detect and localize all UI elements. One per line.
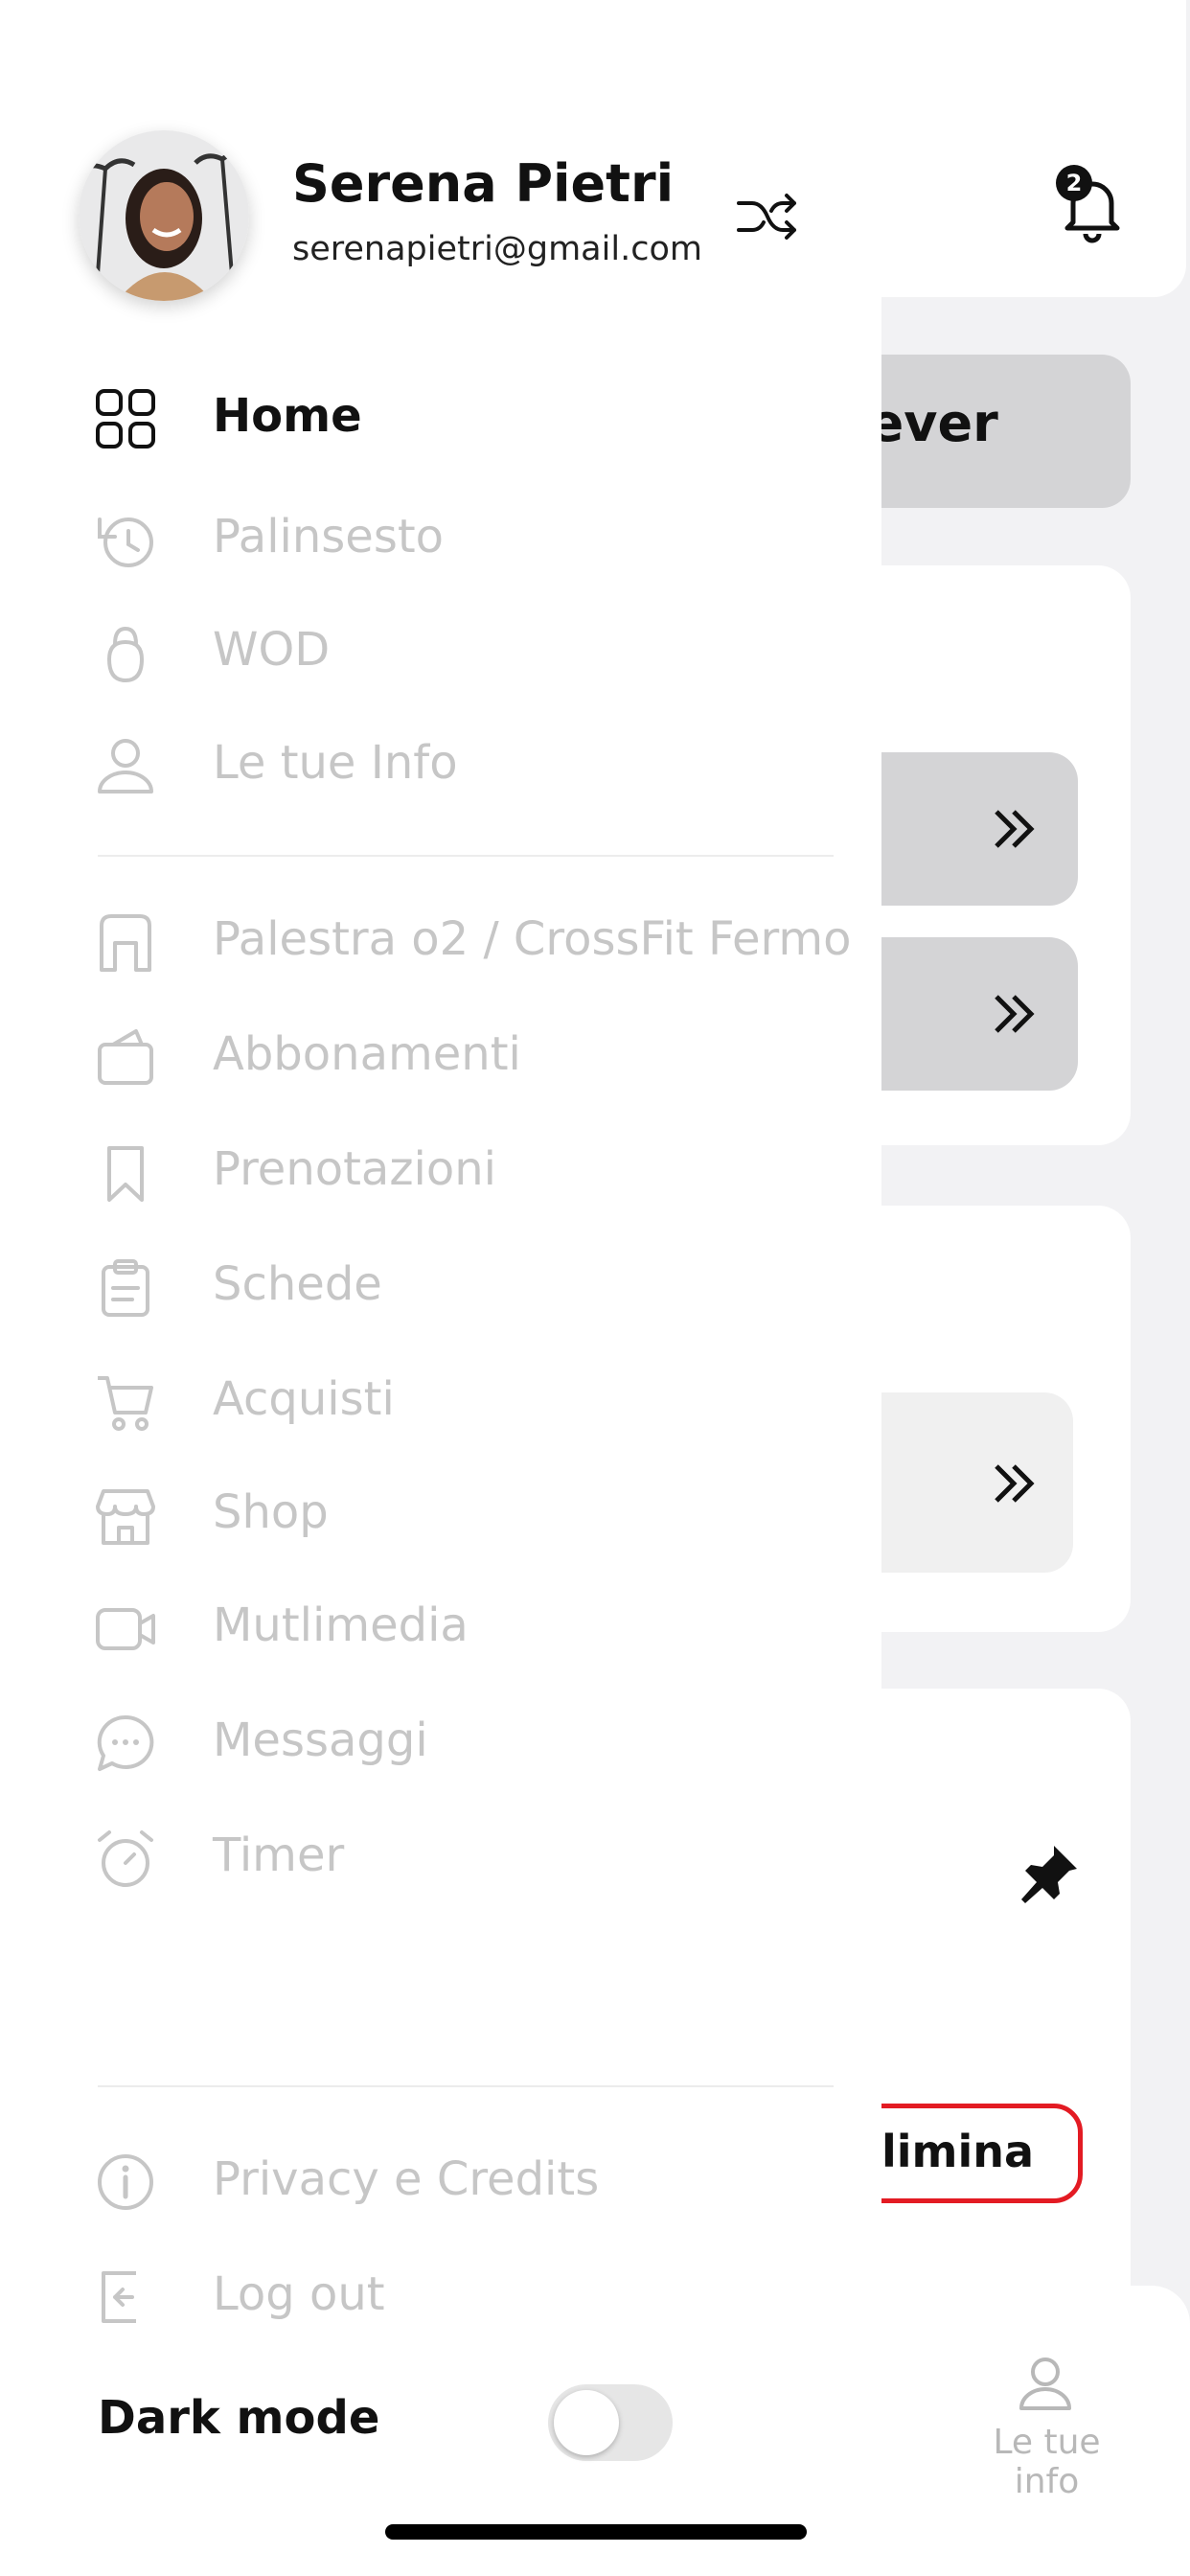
shop-icon <box>96 1489 155 1545</box>
menu-label: Le tue Info <box>213 736 458 790</box>
chat-icon <box>97 1714 154 1771</box>
menu-item-logout[interactable]: Log out <box>0 2246 881 2342</box>
menu-label: Timer <box>213 1828 345 1882</box>
menu-label: Home <box>213 389 362 443</box>
menu-label: Schede <box>213 1257 382 1311</box>
menu-item-wod[interactable]: WOD <box>0 602 881 698</box>
menu-label: Privacy e Credits <box>213 2152 600 2206</box>
user-icon <box>98 739 153 794</box>
menu-label: WOD <box>213 623 331 677</box>
menu-item-privacy[interactable]: Privacy e Credits <box>0 2131 881 2227</box>
history-icon <box>98 518 153 567</box>
menu-item-messaggi[interactable]: Messaggi <box>0 1692 881 1788</box>
divider <box>98 855 834 857</box>
user-icon[interactable] <box>1016 2353 1075 2412</box>
menu-item-multimedia[interactable]: Mutlimedia <box>0 1577 881 1673</box>
menu-label: Mutlimedia <box>213 1598 469 1652</box>
menu-item-schede[interactable]: Schede <box>0 1236 881 1332</box>
double-chevron-right-icon[interactable] <box>985 1455 1042 1512</box>
menu-item-acquisti[interactable]: Acquisti <box>0 1351 881 1447</box>
menu-label: Palinsesto <box>213 510 445 564</box>
menu-item-palestra[interactable]: Palestra o2 / CrossFit Fermo <box>0 891 881 987</box>
grid-icon <box>96 389 155 448</box>
menu-item-shop[interactable]: Shop <box>0 1464 881 1560</box>
delete-button-label: limina <box>881 2126 1035 2177</box>
cart-icon <box>98 1376 153 1431</box>
shuffle-icon[interactable] <box>733 182 802 251</box>
menu-label: Palestra o2 / CrossFit Fermo <box>213 912 852 966</box>
menu-item-palinsesto[interactable]: Palinsesto <box>0 489 881 585</box>
menu-label: Prenotazioni <box>213 1142 496 1196</box>
kettlebell-icon <box>106 626 145 683</box>
menu-label: Abbonamenti <box>213 1027 521 1081</box>
pin-icon[interactable] <box>1016 1840 1083 1907</box>
menu-item-prenotazioni[interactable]: Prenotazioni <box>0 1121 881 1217</box>
menu-label: Messaggi <box>213 1714 428 1767</box>
menu-item-le-tue-info[interactable]: Le tue Info <box>0 715 881 811</box>
bookmark-icon <box>107 1146 144 1202</box>
divider <box>98 2085 834 2087</box>
user-name: Serena Pietri <box>292 153 675 214</box>
video-icon <box>96 1608 155 1650</box>
menu-item-home[interactable]: Home <box>0 368 881 464</box>
toggle-knob <box>554 2390 619 2455</box>
clipboard-icon <box>102 1259 149 1317</box>
menu-item-timer[interactable]: Timer <box>0 1807 881 1903</box>
double-chevron-right-icon[interactable] <box>985 985 1042 1043</box>
info-icon <box>98 2154 153 2210</box>
double-chevron-right-icon[interactable] <box>985 800 1042 858</box>
side-drawer: Serena Pietri serenapietri@gmail.com Hom… <box>0 0 881 2576</box>
dark-mode-toggle[interactable] <box>548 2384 673 2461</box>
notification-badge: 2 <box>1056 165 1092 201</box>
menu-label: Acquisti <box>213 1372 395 1426</box>
home-indicator <box>385 2524 807 2540</box>
dark-mode-label: Dark mode <box>98 2391 380 2445</box>
menu-label: Log out <box>213 2267 385 2321</box>
gym-icon <box>100 914 151 972</box>
menu-item-abbonamenti[interactable]: Abbonamenti <box>0 1006 881 1102</box>
wallet-icon <box>98 1029 153 1085</box>
timer-icon <box>98 1830 153 1887</box>
user-email: serenapietri@gmail.com <box>292 230 702 268</box>
menu-label: Shop <box>213 1485 329 1539</box>
tab-le-tue-info[interactable]: Le tue info <box>958 2423 1135 2501</box>
avatar[interactable] <box>79 130 249 301</box>
logout-icon <box>102 2271 136 2323</box>
